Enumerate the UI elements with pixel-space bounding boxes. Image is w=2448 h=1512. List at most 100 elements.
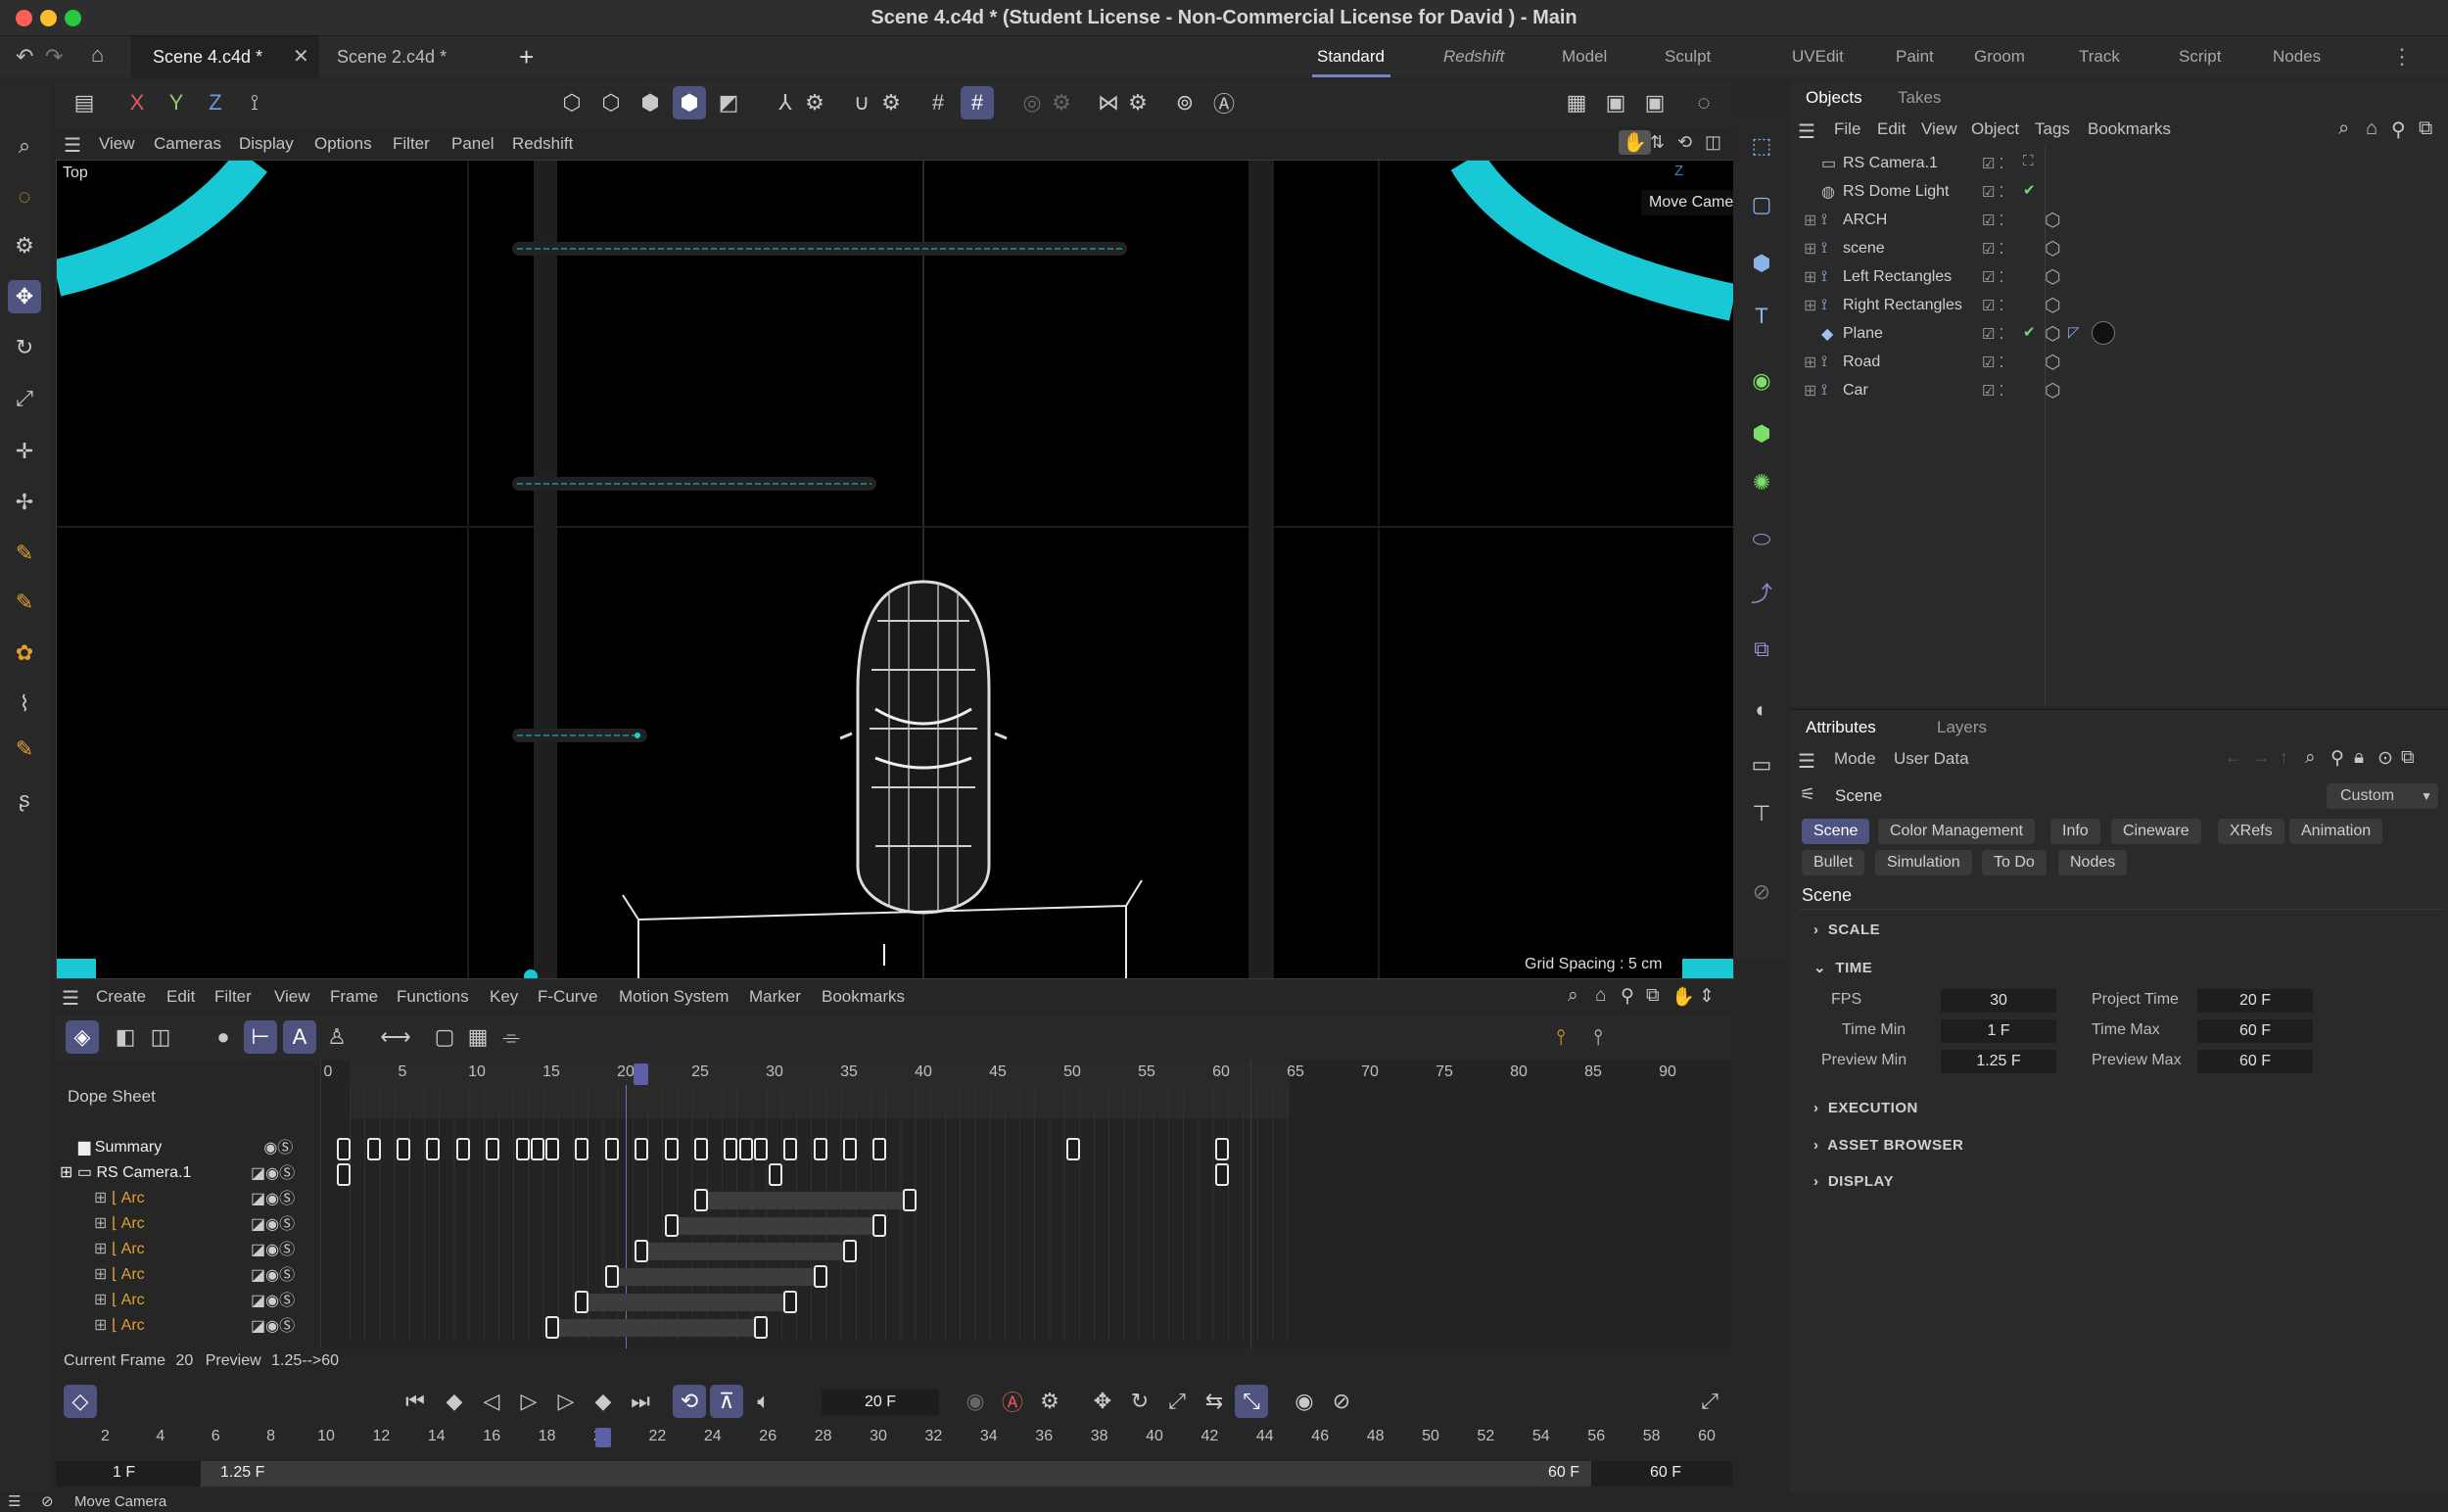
preset-dropdown[interactable]: Custom ▼ bbox=[2327, 783, 2438, 809]
paint-tool-icon[interactable]: ✎ bbox=[8, 732, 41, 766]
render-region-icon[interactable]: ▦ bbox=[1560, 86, 1593, 119]
track-arc[interactable]: ⊞ ⌊ Arc bbox=[94, 1213, 145, 1233]
object-row[interactable]: ⊞ ⟟ Left Rectangles bbox=[1804, 262, 1952, 291]
play-icon[interactable]: ▷ bbox=[512, 1385, 545, 1418]
layout-tab-script[interactable]: Script bbox=[2179, 36, 2221, 77]
timeline-menu-marker[interactable]: Marker bbox=[749, 987, 801, 1007]
attributes-filter-icon[interactable]: ⚲ bbox=[2330, 747, 2344, 770]
redshift-ipr-icon[interactable]: ◌ bbox=[1687, 86, 1720, 119]
deformer-icon[interactable]: ⬭ bbox=[1745, 523, 1778, 556]
keyframe[interactable] bbox=[843, 1138, 857, 1160]
move-camera-icon[interactable]: ✋ bbox=[1619, 130, 1651, 155]
tab-layers[interactable]: Layers bbox=[1937, 718, 1987, 737]
edit-flag-icon[interactable]: ☑ ⁚ bbox=[1982, 183, 2003, 201]
viewport-menu-options[interactable]: Options bbox=[314, 134, 372, 154]
go-to-start-icon[interactable]: ⏮ bbox=[399, 1385, 432, 1418]
attributes-hamburger-icon[interactable]: ☰ bbox=[1798, 749, 1815, 774]
edit-flag-icon[interactable]: ☑ ⁚ bbox=[1982, 325, 2003, 343]
attr-page-info[interactable]: Info bbox=[2050, 819, 2100, 844]
timeline-menu-functions[interactable]: Functions bbox=[397, 987, 469, 1007]
keyframe-settings-icon[interactable]: ⚙ bbox=[1033, 1385, 1066, 1418]
settings-icon[interactable]: ⊙ bbox=[2377, 747, 2393, 770]
hierarchy-icon[interactable]: ⊢ bbox=[244, 1020, 277, 1054]
keyframe[interactable] bbox=[783, 1138, 798, 1160]
timeline-pan-icon[interactable]: ✋ bbox=[1671, 985, 1695, 1009]
object-row[interactable]: ⊞ ⟟ Car bbox=[1804, 376, 1868, 404]
layout-tab-standard[interactable]: Standard bbox=[1312, 36, 1390, 77]
track-arc[interactable]: ⊞ ⌊ Arc bbox=[94, 1188, 145, 1207]
objects-menu-view[interactable]: View bbox=[1921, 119, 1957, 139]
attr-page-animation[interactable]: Animation bbox=[2289, 819, 2383, 844]
viewport-menu-panel[interactable]: Panel bbox=[451, 134, 494, 154]
move-tool-icon[interactable]: ✥ bbox=[8, 280, 41, 313]
keyframe[interactable] bbox=[337, 1138, 352, 1160]
undo-icon[interactable]: ↶ bbox=[16, 44, 33, 70]
track-flags[interactable]: ◉Ⓢ bbox=[251, 1136, 309, 1161]
section-time[interactable]: ⌄ TIME bbox=[1813, 959, 1872, 976]
z-axis-toggle[interactable]: Z bbox=[199, 86, 232, 119]
layout-tab-model[interactable]: Model bbox=[1562, 36, 1607, 77]
keyframe[interactable] bbox=[337, 1163, 352, 1186]
edit-flag-icon[interactable]: ☑ ⁚ bbox=[1982, 354, 2003, 371]
keyframe[interactable] bbox=[545, 1316, 559, 1339]
edit-flag-icon[interactable]: ☑ ⁚ bbox=[1982, 155, 2003, 172]
redo-icon[interactable]: ↷ bbox=[45, 44, 63, 70]
object-row[interactable]: ⊞ ⟟ scene bbox=[1804, 234, 1885, 262]
bend-deformer-icon[interactable]: ⤴ bbox=[1745, 576, 1778, 609]
search-icon[interactable]: ⌕ bbox=[8, 129, 41, 163]
maximize-viewport-icon[interactable]: ◫ bbox=[1705, 132, 1721, 153]
phong-tag-icon[interactable]: ⬡ bbox=[2045, 238, 2061, 260]
track-arc[interactable]: ⊞ ⌊ Arc bbox=[94, 1315, 145, 1335]
keyframe[interactable] bbox=[694, 1138, 708, 1160]
keyframe[interactable] bbox=[635, 1240, 649, 1262]
edit-flag-icon[interactable]: ☑ ⁚ bbox=[1982, 212, 2003, 229]
keyframe[interactable] bbox=[694, 1189, 708, 1211]
attr-page-simulation[interactable]: Simulation bbox=[1875, 850, 1972, 875]
automatic-mode-icon[interactable]: A bbox=[283, 1020, 316, 1054]
keyframe[interactable] bbox=[783, 1291, 798, 1313]
phong-tag-icon[interactable]: ⬡ bbox=[2045, 266, 2061, 289]
objects-menu-edit[interactable]: Edit bbox=[1877, 119, 1906, 139]
enabled-check-icon[interactable]: ✔ bbox=[2023, 181, 2036, 199]
preview-start-field[interactable]: 1.25 F bbox=[220, 1464, 264, 1482]
expand-icon[interactable]: ⊞ bbox=[1804, 239, 1821, 259]
track-flags[interactable]: ◪◉Ⓢ bbox=[251, 1212, 309, 1238]
forward-arrow-icon[interactable]: → bbox=[2252, 747, 2270, 768]
phong-tag-icon[interactable]: ⬡ bbox=[2045, 295, 2061, 317]
keyframe[interactable] bbox=[575, 1138, 589, 1160]
timeline-hamburger-icon[interactable]: ☰ bbox=[62, 986, 79, 1011]
previous-frame-icon[interactable]: ◁ bbox=[475, 1385, 508, 1418]
keyframe[interactable] bbox=[604, 1265, 619, 1288]
keyframe[interactable] bbox=[604, 1138, 619, 1160]
timeline-home-icon[interactable]: ⌂ bbox=[1595, 985, 1606, 1007]
attributes-search-icon[interactable]: ⌕ bbox=[2305, 747, 2316, 769]
polygons-mode-icon[interactable]: ⬢ bbox=[634, 86, 667, 119]
rotate-tool-icon[interactable]: ↻ bbox=[8, 331, 41, 364]
track-flags[interactable]: ◪◉Ⓢ bbox=[251, 1289, 309, 1314]
expand-icon[interactable]: ⊞ bbox=[1804, 296, 1821, 315]
doc-tab-active[interactable]: Scene 4.c4d * ✕ bbox=[131, 36, 319, 77]
camera-tag-icon[interactable]: ⛶ bbox=[2023, 153, 2034, 169]
model-mode-icon[interactable]: ⬢ bbox=[673, 86, 706, 119]
timeline-new-window-icon[interactable]: ⧉ bbox=[1646, 985, 1660, 1007]
link-view-icon[interactable]: ♙ bbox=[320, 1020, 353, 1054]
phong-tag-icon[interactable]: ⬡ bbox=[2045, 323, 2061, 346]
next-key-icon[interactable]: ◆ bbox=[587, 1385, 620, 1418]
auto-key-icon[interactable]: Ⓐ bbox=[1207, 86, 1241, 119]
cube-object-icon[interactable]: ⬚ bbox=[1745, 129, 1778, 163]
timeline-menu-frame[interactable]: Frame bbox=[330, 987, 378, 1007]
points-mode-icon[interactable]: ⬡ bbox=[555, 86, 588, 119]
dope-sheet-mode-icon[interactable]: ◈ bbox=[66, 1020, 99, 1054]
keyframe[interactable] bbox=[872, 1214, 887, 1237]
layout-tab-redshift[interactable]: Redshift bbox=[1443, 36, 1504, 77]
rotate-camera-icon[interactable]: ⟲ bbox=[1677, 132, 1692, 153]
generator-icon[interactable]: ◉ bbox=[1745, 364, 1778, 398]
transform-tool-icon[interactable]: ✛ bbox=[8, 435, 41, 468]
keyframe[interactable] bbox=[738, 1138, 753, 1160]
fps-field[interactable]: 30 bbox=[1941, 989, 2056, 1013]
track-flags[interactable]: ◪◉Ⓢ bbox=[251, 1187, 309, 1212]
expand-icon[interactable]: ⊞ bbox=[1804, 381, 1821, 401]
keyframe[interactable] bbox=[515, 1138, 530, 1160]
autokey-icon[interactable]: Ⓐ bbox=[996, 1385, 1029, 1418]
next-frame-icon[interactable]: ▷ bbox=[549, 1385, 583, 1418]
